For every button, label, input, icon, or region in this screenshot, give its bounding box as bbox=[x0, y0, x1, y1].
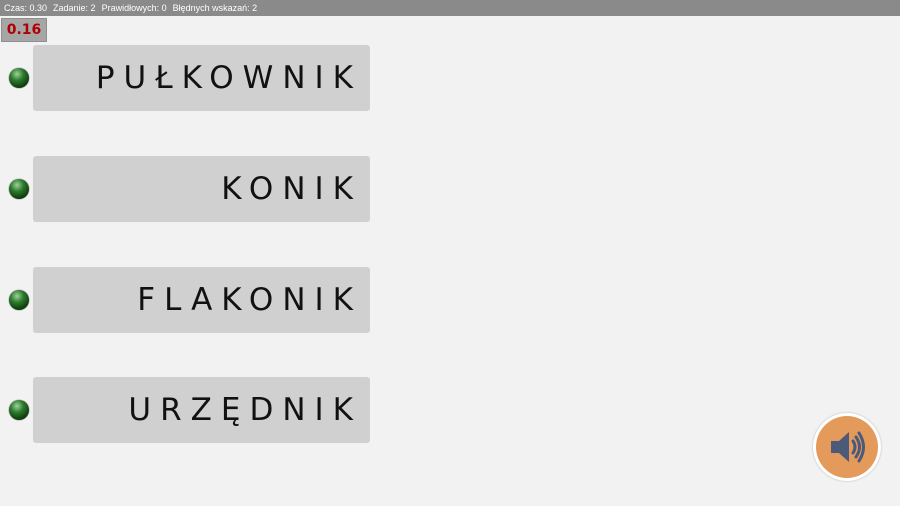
option-word-4[interactable]: URZĘDNIK bbox=[33, 377, 370, 443]
option-row: FLAKONIK bbox=[0, 267, 380, 333]
play-sound-button[interactable] bbox=[813, 413, 881, 481]
status-time: Czas: 0.30 bbox=[4, 3, 48, 13]
green-dot-icon bbox=[9, 179, 29, 199]
green-dot-icon bbox=[9, 400, 29, 420]
option-word-1[interactable]: PUŁKOWNIK bbox=[33, 45, 370, 111]
speaker-icon bbox=[831, 431, 865, 463]
status-bar: Czas: 0.30 Zadanie: 2 Prawidłowych: 0 Bł… bbox=[0, 0, 900, 16]
status-wrong: Błędnych wskazań: 2 bbox=[172, 3, 258, 13]
option-row: KONIK bbox=[0, 156, 380, 222]
green-dot-icon bbox=[9, 290, 29, 310]
option-word-2[interactable]: KONIK bbox=[33, 156, 370, 222]
option-word-3[interactable]: FLAKONIK bbox=[33, 267, 370, 333]
status-task: Zadanie: 2 bbox=[53, 3, 96, 13]
countdown-timer: 0.16 bbox=[1, 18, 47, 42]
green-dot-icon bbox=[9, 68, 29, 88]
option-row: URZĘDNIK bbox=[0, 377, 380, 443]
sound-button-face bbox=[816, 416, 878, 478]
option-row: PUŁKOWNIK bbox=[0, 45, 380, 111]
status-correct: Prawidłowych: 0 bbox=[101, 3, 167, 13]
